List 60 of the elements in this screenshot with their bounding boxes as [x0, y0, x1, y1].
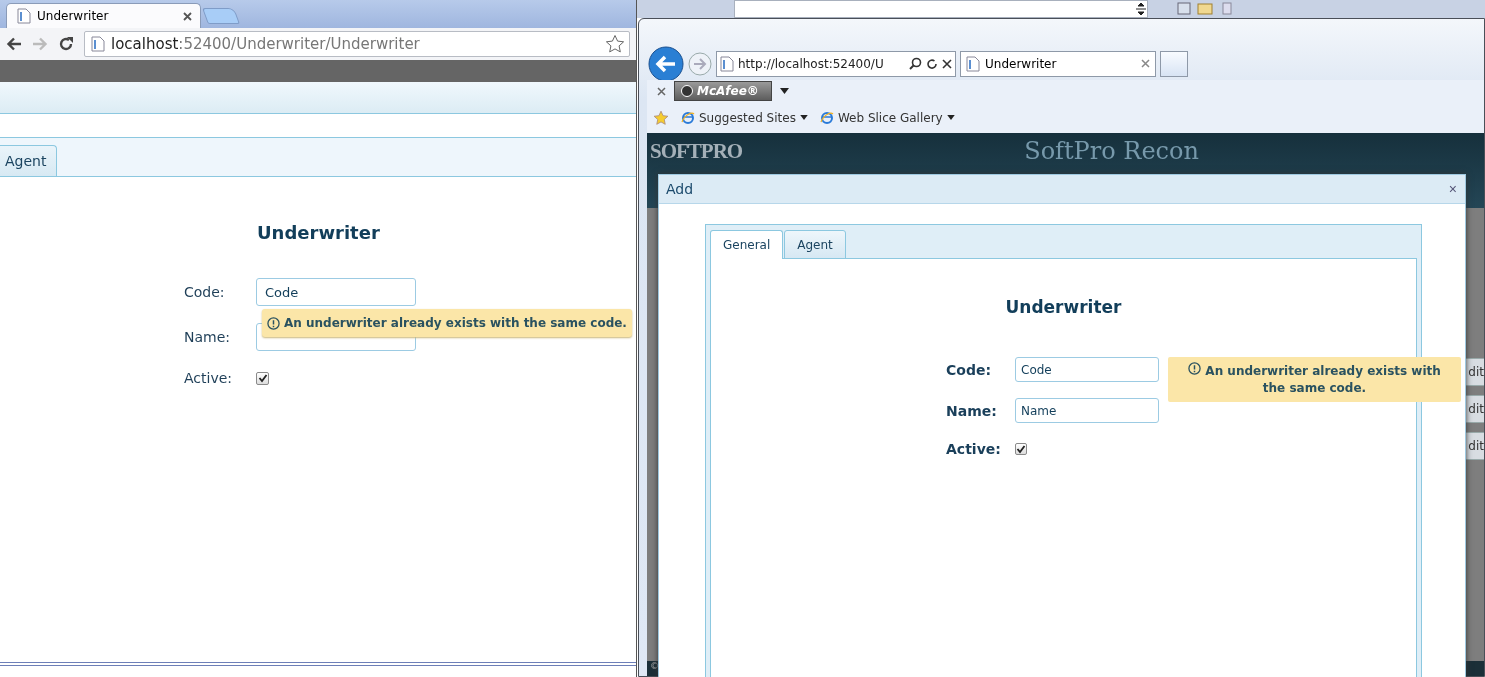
- close-icon: [183, 11, 192, 21]
- field-label: Name:: [946, 402, 998, 419]
- dialog-title: Add: [666, 181, 694, 197]
- error-message: An underwriter already exists with the same code.: [1188, 364, 1441, 395]
- back-icon: [6, 37, 22, 51]
- error-message: An underwriter already exists with the same code.: [284, 316, 627, 330]
- back-icon: [648, 45, 684, 82]
- site-title: SoftPro Recon: [1024, 137, 1199, 165]
- url-text: http://localhost:52400/U: [738, 56, 885, 71]
- footer-text: ©: [650, 661, 659, 671]
- browser-tab[interactable]: Underwriter: [960, 50, 1156, 77]
- close-button[interactable]: ×: [1448, 181, 1457, 197]
- forward-icon: [32, 37, 48, 51]
- search-icon: [909, 57, 922, 70]
- close-icon: [1141, 59, 1150, 68]
- address-bar[interactable]: localhost:52400/Underwriter/Underwriter: [84, 31, 630, 57]
- browser-tab[interactable]: Underwriter: [6, 3, 201, 28]
- close-icon: [657, 86, 666, 96]
- field-label: Active:: [946, 440, 1002, 457]
- field-label: Active:: [184, 369, 234, 386]
- page-icon: [720, 55, 734, 72]
- caret-icon: [946, 115, 955, 120]
- input-field[interactable]: Name: [1015, 398, 1159, 423]
- caret-icon: [780, 88, 789, 94]
- input-field[interactable]: Code: [1015, 357, 1159, 382]
- field-label: Code:: [184, 284, 226, 300]
- tab-title: Underwriter: [985, 56, 1058, 71]
- site-logo: SOFTPRO: [650, 138, 743, 165]
- star-icon: [605, 34, 625, 54]
- form-tab[interactable]: General: [710, 230, 784, 259]
- field-label: Code:: [946, 361, 992, 378]
- caret-icon: [799, 115, 808, 120]
- refresh-icon: [926, 57, 938, 70]
- url-text: localhost:52400/Underwriter/Underwriter: [111, 35, 421, 53]
- input-field[interactable]: Code: [256, 278, 416, 306]
- address-bar[interactable]: http://localhost:52400/U: [716, 50, 956, 77]
- form-title: Underwriter: [1004, 297, 1123, 317]
- alert-icon: [267, 316, 280, 330]
- star-icon: [653, 109, 669, 126]
- tab-title: Underwriter: [37, 9, 110, 23]
- page-icon: [966, 55, 980, 72]
- close-icon: [942, 58, 952, 69]
- addon-button[interactable]: McAfee®: [674, 81, 772, 101]
- forward-icon: [688, 51, 712, 76]
- page-icon: [91, 36, 105, 52]
- favorite-link[interactable]: Web Slice Gallery: [837, 110, 943, 125]
- scroll-icon: [1135, 2, 1147, 16]
- active-checkbox[interactable]: [1015, 443, 1027, 455]
- form-tab[interactable]: Agent: [0, 145, 58, 176]
- ie-icon: [681, 110, 695, 125]
- ie-icon: [819, 110, 834, 125]
- alert-icon: [1188, 362, 1202, 375]
- page-icon: [17, 8, 31, 24]
- new-tab-button[interactable]: [1160, 50, 1188, 77]
- form-title: Underwriter: [257, 222, 381, 245]
- active-checkbox[interactable]: [256, 371, 269, 385]
- field-label: Name:: [184, 329, 232, 345]
- favorite-link[interactable]: Suggested Sites: [699, 110, 796, 125]
- reload-icon: [58, 36, 74, 52]
- form-tab[interactable]: Agent: [784, 230, 846, 259]
